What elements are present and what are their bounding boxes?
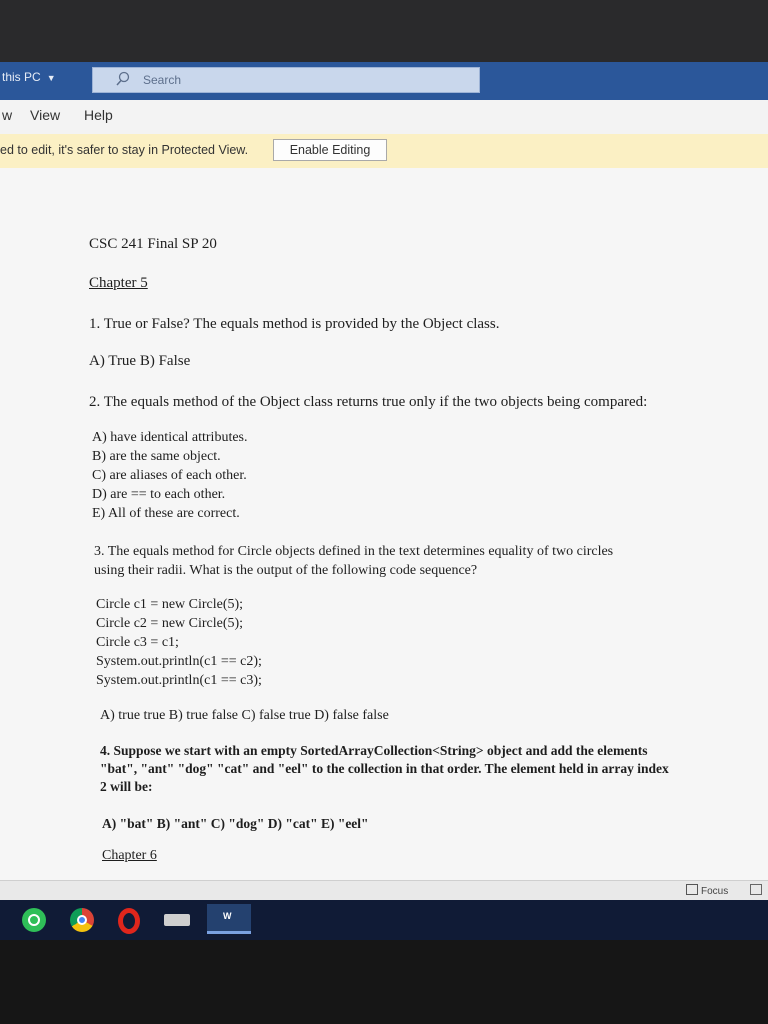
question-2-option: A) have identical attributes.	[92, 430, 248, 445]
code-line: System.out.println(c1 == c2);	[96, 654, 262, 669]
question-4-line: 2 will be:	[100, 779, 153, 794]
code-line: Circle c2 = new Circle(5);	[96, 616, 244, 631]
app-icon[interactable]	[164, 914, 190, 926]
enable-editing-button[interactable]: Enable Editing	[273, 139, 387, 161]
chevron-down-icon[interactable]: ▼	[47, 73, 56, 83]
focus-label: Focus	[701, 886, 729, 897]
search-placeholder: Search	[143, 73, 182, 87]
question-2-option: B) are the same object.	[92, 449, 221, 464]
code-line: Circle c1 = new Circle(5);	[96, 597, 244, 612]
taskbar: W	[0, 900, 768, 940]
whatsapp-icon[interactable]	[22, 908, 46, 932]
question-1: 1. True or False? The equals method is p…	[89, 316, 500, 332]
question-2-option: E) All of these are correct.	[92, 506, 240, 521]
question-3-line: 3. The equals method for Circle objects …	[94, 544, 614, 559]
question-2: 2. The equals method of the Object class…	[89, 394, 648, 410]
menu-bar: w View Help	[0, 100, 768, 135]
code-line: System.out.println(c1 == c3);	[96, 673, 262, 688]
breadcrumb[interactable]: this PC ▼	[2, 70, 56, 84]
menu-item-help[interactable]: Help	[84, 107, 113, 123]
question-3-options: A) true true B) true false C) false true…	[100, 708, 389, 723]
focus-icon	[686, 884, 698, 895]
menu-item-partial[interactable]: w	[2, 107, 12, 123]
question-1-options: A) True B) False	[89, 353, 191, 369]
question-3-line: using their radii. What is the output of…	[94, 563, 478, 578]
word-icon[interactable]: W	[207, 904, 251, 934]
protected-view-bar: ed to edit, it's safer to stay in Protec…	[0, 134, 768, 169]
chapter-6-heading: Chapter 6	[102, 848, 157, 863]
question-2-option: C) are aliases of each other.	[92, 468, 247, 483]
status-bar: Focus	[0, 880, 768, 901]
question-4-options: A) "bat" B) "ant" C) "dog" D) "cat" E) "…	[102, 816, 369, 831]
document-title: CSC 241 Final SP 20	[89, 236, 217, 252]
document-page: CSC 241 Final SP 20 Chapter 5 1. True or…	[0, 168, 768, 880]
focus-mode-button[interactable]: Focus	[686, 884, 728, 897]
read-mode-icon[interactable]	[750, 884, 762, 895]
explorer-title-bar: this PC ▼ Search	[0, 62, 768, 100]
breadcrumb-label: this PC	[2, 70, 41, 84]
monitor-bezel	[0, 0, 768, 62]
opera-icon[interactable]	[118, 908, 140, 934]
question-2-option: D) are == to each other.	[92, 487, 226, 502]
chrome-icon[interactable]	[70, 908, 94, 932]
question-4-line: 4. Suppose we start with an empty Sorted…	[100, 743, 648, 758]
question-4-line: "bat", "ant" "dog" "cat" and "eel" to th…	[100, 761, 669, 776]
menu-item-view[interactable]: View	[30, 107, 60, 123]
code-line: Circle c3 = c1;	[96, 635, 179, 650]
monitor-bottom-bezel	[0, 940, 768, 1024]
protected-view-message: ed to edit, it's safer to stay in Protec…	[0, 143, 249, 157]
chapter-5-heading: Chapter 5	[89, 275, 148, 291]
word-label: W	[223, 911, 232, 921]
search-icon	[116, 71, 130, 86]
search-box[interactable]: Search	[92, 67, 480, 93]
